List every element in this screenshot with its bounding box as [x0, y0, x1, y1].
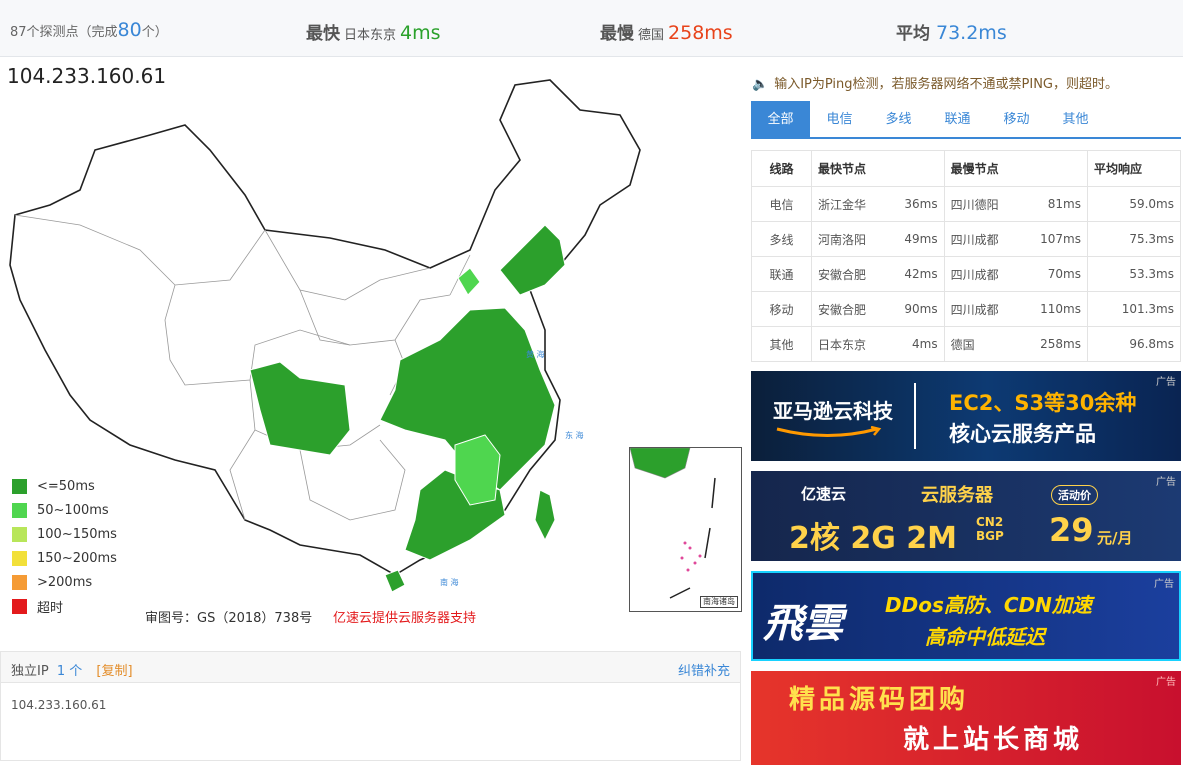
legend-item: 50~100ms: [12, 498, 117, 522]
ip-list-value: 104.233.160.61: [11, 698, 107, 712]
sponsor-link[interactable]: 亿速云提供云服务器支持: [333, 607, 476, 626]
sea-label: 南 海: [440, 577, 459, 587]
average-summary: 平均 73.2ms: [896, 22, 1007, 44]
table-header: 线路 最快节点 最慢节点 平均响应: [751, 150, 1181, 187]
ad-tag: 广告: [1154, 579, 1174, 590]
legend-item: >200ms: [12, 570, 117, 594]
south-sea-inset: 南海诸岛: [629, 447, 742, 612]
slowest-summary: 最慢 德国 258ms: [600, 22, 733, 44]
tab-unicom[interactable]: 联通: [928, 101, 987, 139]
line-link[interactable]: 电信: [751, 186, 812, 222]
ad-tag: 广告: [1156, 477, 1176, 488]
ad-banner-yisu[interactable]: 广告 亿速云 云服务器 活动价 2核 2G 2M CN2 BGP 29 元/月: [751, 471, 1181, 561]
tab-telecom[interactable]: 电信: [810, 101, 869, 139]
legend-item: 超时: [12, 594, 117, 618]
legend-item: 100~150ms: [12, 522, 117, 546]
region-taiwan: [534, 489, 556, 542]
ad-tag: 广告: [1156, 677, 1176, 688]
line-link[interactable]: 移动: [751, 291, 812, 327]
ad-banner-aws[interactable]: 广告 亚马逊云科技 EC2、S3等30余种 核心云服务产品: [751, 371, 1181, 461]
ip-count: 1 个: [56, 664, 83, 679]
ad-tag: 广告: [1156, 377, 1176, 388]
map-approval-number: 审图号：GS（2018）738号: [145, 611, 313, 626]
aws-smile-icon: [776, 426, 882, 437]
table-row: 其他 日本东京 4ms 德国 258ms 96.8ms: [751, 326, 1181, 362]
table-row: 电信 浙江金华 36ms 四川德阳 81ms 59.0ms: [751, 186, 1181, 222]
fastest-summary: 最快 日本东京 4ms: [306, 22, 441, 44]
region-hainan: [384, 569, 406, 593]
legend-swatch: [12, 598, 27, 614]
correction-link[interactable]: 纠错补充: [678, 660, 730, 679]
ip-list-header: 独立IP 1 个 [复制] 纠错补充: [1, 652, 740, 683]
sea-label: 黄 海: [526, 349, 545, 359]
probe-count: 87个探测点（完成80个）: [10, 19, 168, 41]
inset-caption: 南海诸岛: [700, 596, 738, 608]
summary-bar: 87个探测点（完成80个） 最快 日本东京 4ms 最慢 德国 258ms 平均 73.2…: [0, 0, 1183, 57]
isp-tabs: 全部 电信 多线 联通 移动 其他: [751, 101, 1181, 139]
south-sea-inset-map: [629, 447, 716, 599]
legend-swatch: [12, 526, 27, 542]
speaker-icon: 🔈: [752, 77, 769, 92]
table-row: 多线 河南洛阳 49ms 四川成都 107ms 75.3ms: [751, 221, 1181, 257]
ping-notice: 🔈 输入IP为Ping检测，若服务器网络不通或禁PING，则超时。: [752, 77, 1118, 92]
tab-mobile[interactable]: 移动: [987, 101, 1046, 139]
table-row: 联通 安徽合肥 42ms 四川成都 70ms 53.3ms: [751, 256, 1181, 292]
legend-item: 150~200ms: [12, 546, 117, 570]
tab-other[interactable]: 其他: [1046, 101, 1105, 139]
latency-legend: <=50ms 50~100ms 100~150ms 150~200ms >200…: [12, 474, 117, 618]
legend-item: <=50ms: [12, 474, 117, 498]
tab-multiline[interactable]: 多线: [869, 101, 928, 139]
divider: [914, 383, 916, 449]
legend-swatch: [12, 502, 27, 518]
copy-button[interactable]: [复制]: [96, 664, 132, 679]
ad-banner-feiyun[interactable]: 广告 飛雲 DDos高防、CDN加速 高命中低延迟: [751, 571, 1181, 661]
sea-label: 东 海: [565, 430, 584, 440]
legend-swatch: [12, 478, 27, 494]
table-row: 移动 安徽合肥 90ms 四川成都 110ms 101.3ms: [751, 291, 1181, 327]
isp-stats-table: 线路 最快节点 最慢节点 平均响应 电信 浙江金华 36ms 四川德阳 81ms…: [751, 150, 1181, 362]
ad-banner-source-code[interactable]: 广告 精品源码团购 就上站长商城: [751, 671, 1181, 765]
ip-list-panel: 独立IP 1 个 [复制] 纠错补充 104.233.160.61: [0, 651, 741, 761]
legend-swatch: [12, 550, 27, 566]
line-link[interactable]: 联通: [751, 256, 812, 292]
legend-swatch: [12, 574, 27, 590]
probes-done: 80: [117, 19, 142, 41]
line-link[interactable]: 多线: [751, 221, 812, 257]
line-link[interactable]: 其他: [751, 326, 812, 362]
tab-all[interactable]: 全部: [751, 101, 810, 139]
